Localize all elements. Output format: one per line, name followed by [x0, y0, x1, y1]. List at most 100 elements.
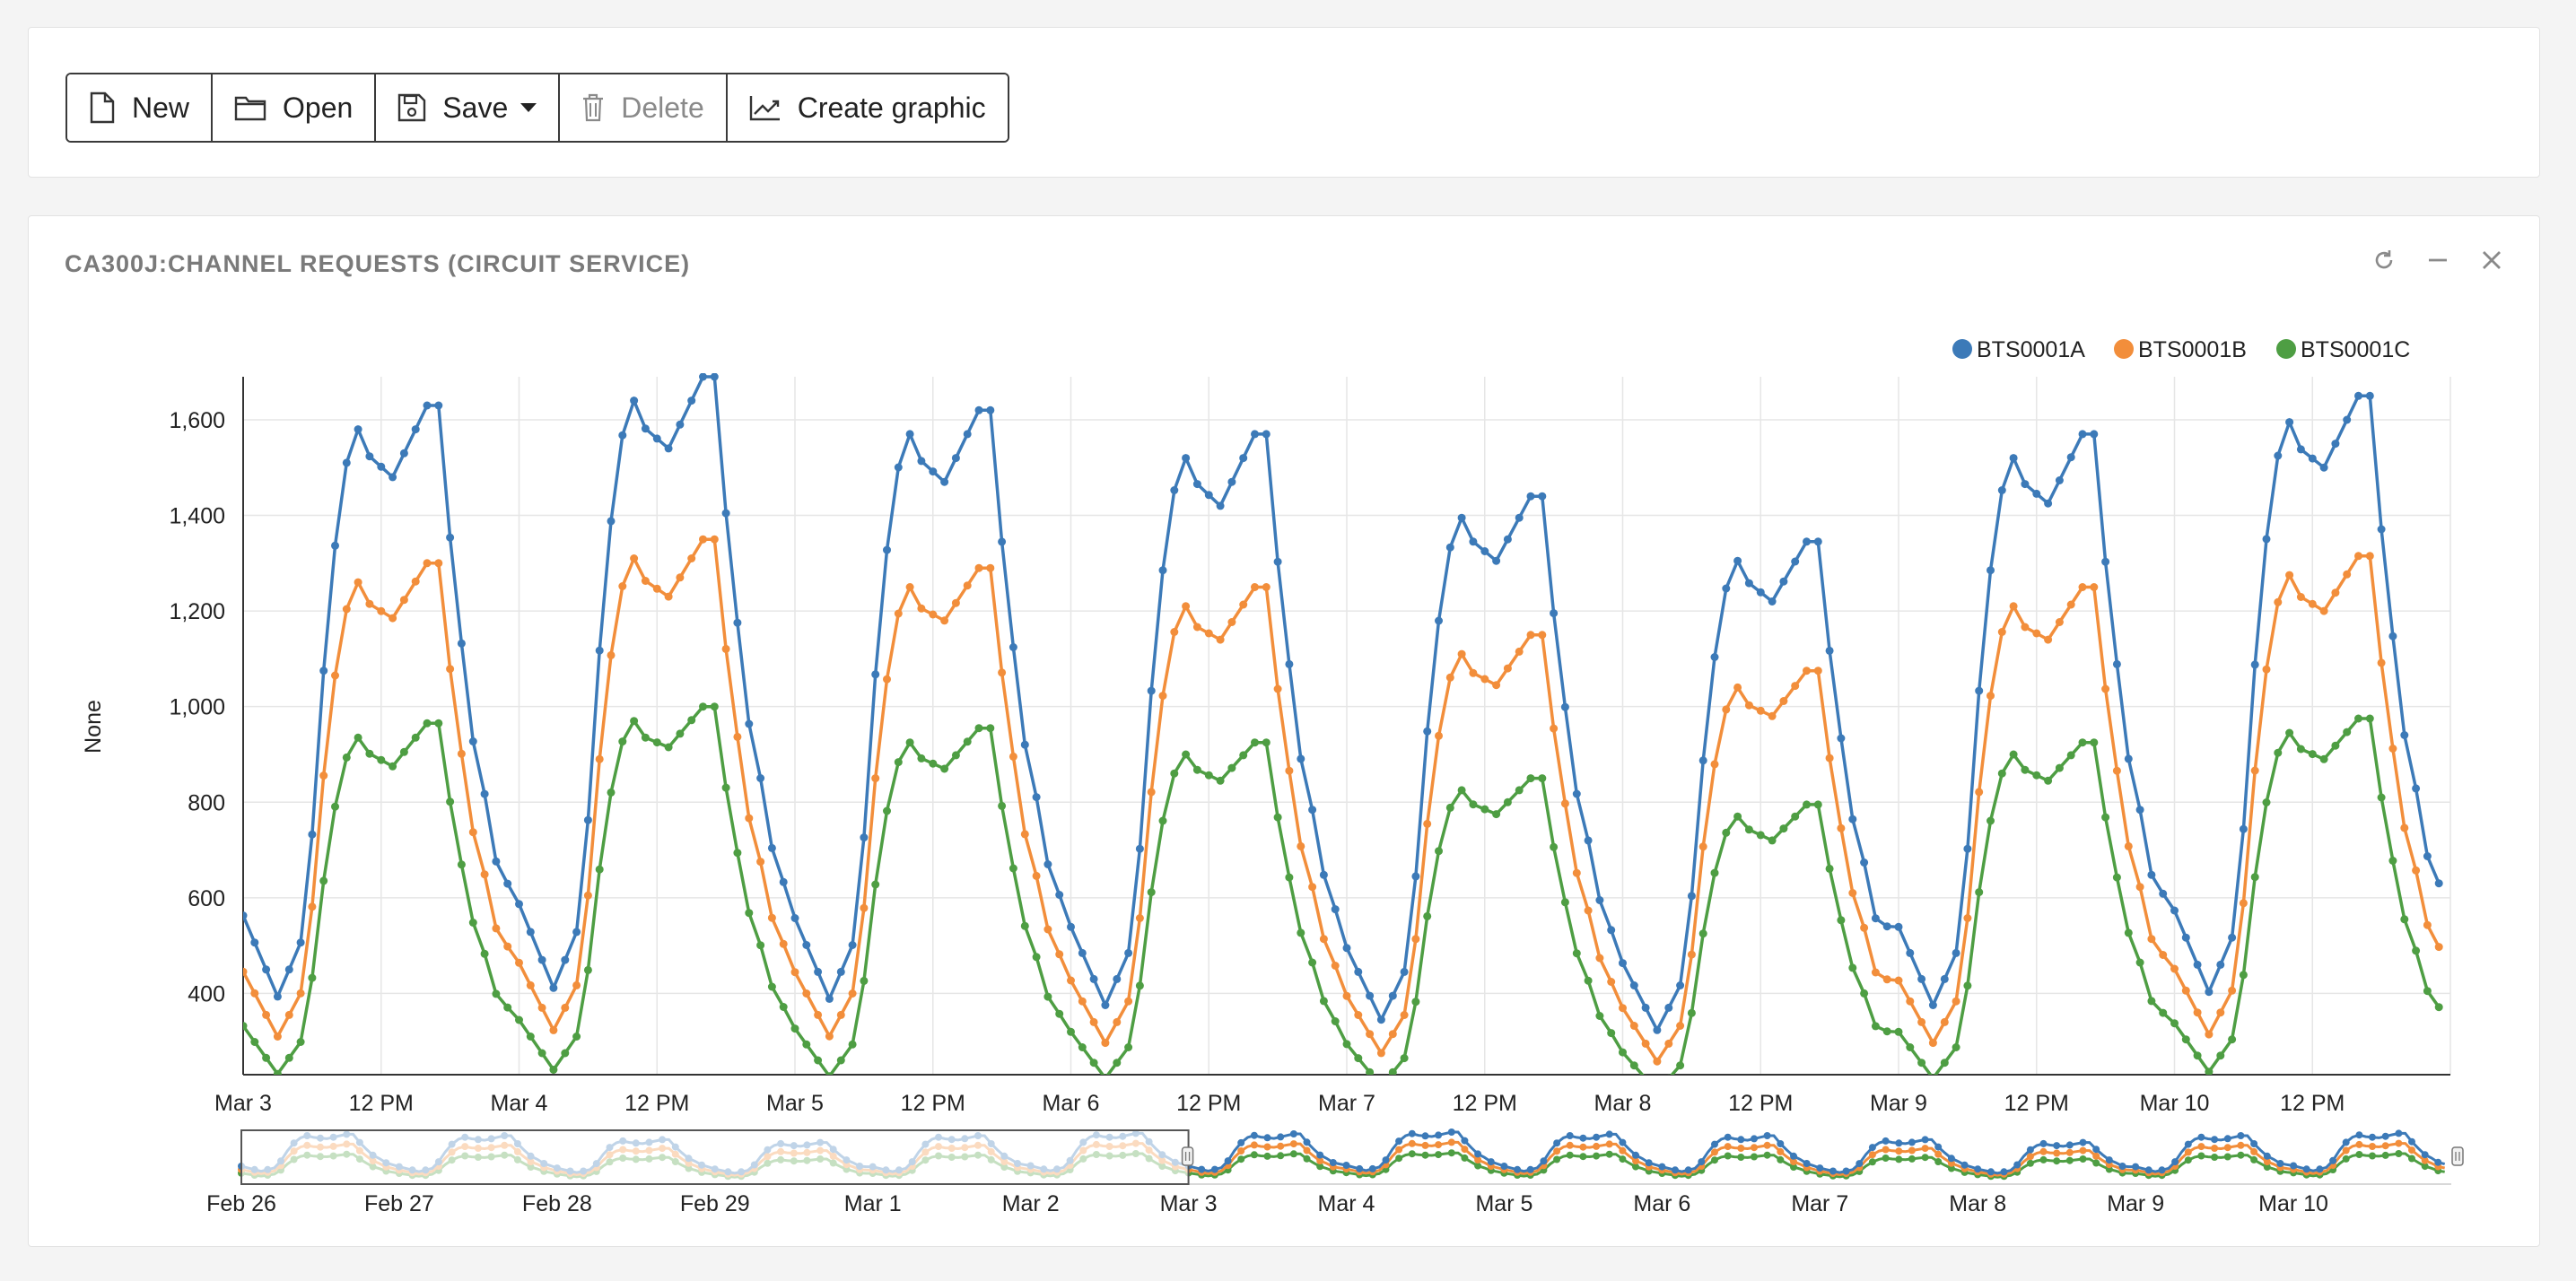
navigator-point	[2026, 1146, 2034, 1154]
data-point	[664, 743, 673, 752]
data-point	[1192, 623, 1201, 632]
data-point	[802, 1040, 811, 1049]
navigator-point	[2434, 1158, 2442, 1166]
data-point	[940, 477, 949, 486]
navigator-point	[1303, 1146, 1311, 1155]
data-point	[1055, 891, 1064, 899]
data-point	[848, 989, 857, 998]
data-point	[1906, 948, 1915, 957]
data-point	[1227, 763, 1236, 772]
data-point	[1273, 813, 1282, 822]
y-tick-label: 1,400	[169, 504, 225, 529]
data-point	[1963, 981, 1972, 990]
data-point	[273, 992, 282, 1001]
data-point	[1733, 812, 1742, 821]
data-point	[1687, 1008, 1696, 1017]
data-point	[998, 668, 1007, 677]
data-point	[1595, 896, 1604, 904]
data-point	[1619, 959, 1627, 968]
data-point	[1354, 967, 1363, 976]
navigator-handle[interactable]	[1181, 1146, 1194, 1166]
data-point	[2124, 928, 2133, 937]
legend-item-bts0001b[interactable]: BTS0001B	[2138, 337, 2247, 362]
data-point	[2354, 714, 2362, 723]
navigator-point	[1553, 1147, 1561, 1155]
data-point	[802, 989, 811, 998]
navigator-selection[interactable]	[240, 1129, 1190, 1185]
navigator-point	[1461, 1154, 1469, 1162]
data-point	[860, 833, 869, 842]
data-point	[607, 788, 616, 797]
data-point	[1515, 647, 1524, 656]
data-point	[721, 644, 730, 653]
navigator-point	[1895, 1155, 1903, 1163]
navigator-point	[1461, 1137, 1469, 1145]
data-point	[1032, 953, 1041, 962]
data-point	[1043, 992, 1052, 1001]
navigator-point	[1579, 1143, 1587, 1151]
data-point	[1101, 1039, 1110, 1048]
data-point	[1411, 935, 1420, 944]
data-point	[917, 457, 926, 466]
data-point	[2216, 960, 2225, 969]
navigator-point	[2118, 1163, 2126, 1170]
data-point	[710, 373, 719, 381]
data-point	[2331, 741, 2340, 750]
data-point	[1445, 543, 1454, 552]
data-point	[676, 729, 685, 738]
navigator-point	[1237, 1147, 1245, 1155]
data-point	[526, 928, 535, 937]
navigator-point	[2065, 1156, 2074, 1164]
data-point	[1664, 1003, 1673, 1012]
navigator-point	[1842, 1167, 1850, 1175]
data-point	[1572, 789, 1581, 798]
data-point	[2066, 751, 2075, 760]
data-point	[745, 719, 754, 728]
legend-item-bts0001a[interactable]: BTS0001A	[1977, 337, 2085, 362]
data-point	[630, 717, 639, 726]
data-point	[399, 596, 408, 605]
data-point	[537, 955, 546, 964]
data-point	[2193, 960, 2202, 969]
navigator-point	[1737, 1136, 1745, 1144]
data-point	[790, 914, 799, 922]
data-point	[905, 583, 914, 591]
data-point	[2262, 798, 2271, 806]
data-point	[1825, 864, 1834, 873]
data-point	[1595, 1012, 1604, 1020]
data-point	[2365, 714, 2374, 723]
data-point	[1400, 1054, 1409, 1063]
data-point	[825, 1072, 834, 1075]
navigator-tick-label: Feb 27	[364, 1191, 434, 1216]
data-point	[1273, 684, 1282, 693]
navigator-handle[interactable]	[2451, 1146, 2464, 1166]
chart-canvas[interactable]: 400 600 800 1,000 1,200 1,400 1,600 None Mar 3 12…	[0, 0, 2576, 1281]
data-point	[1331, 1017, 1340, 1025]
data-point	[2216, 1051, 2225, 1060]
navigator-point	[1711, 1156, 1718, 1164]
data-point	[503, 942, 512, 951]
navigator-point	[2211, 1136, 2219, 1144]
data-point	[389, 762, 397, 771]
navigator-point	[1579, 1134, 1587, 1142]
data-point	[1492, 681, 1501, 690]
data-point	[779, 1003, 788, 1011]
series-line-bts0001b	[243, 537, 2441, 1065]
data-point	[2434, 879, 2443, 888]
data-point	[1871, 1022, 1880, 1031]
navigator-point	[2223, 1144, 2231, 1152]
data-point	[1135, 914, 1144, 922]
data-point	[1538, 631, 1547, 640]
navigator-point	[2408, 1155, 2415, 1163]
navigator-point	[2381, 1151, 2389, 1159]
legend-item-bts0001c[interactable]: BTS0001C	[2301, 337, 2410, 362]
navigator-point	[1777, 1140, 1785, 1147]
data-point	[2285, 728, 2294, 737]
data-point	[1595, 954, 1604, 963]
data-point	[2308, 454, 2317, 463]
navigator-point	[1711, 1148, 1718, 1156]
data-point	[2112, 873, 2121, 882]
data-point	[503, 1003, 512, 1012]
navigator-point	[1882, 1146, 1890, 1154]
data-point	[1653, 1025, 1662, 1034]
